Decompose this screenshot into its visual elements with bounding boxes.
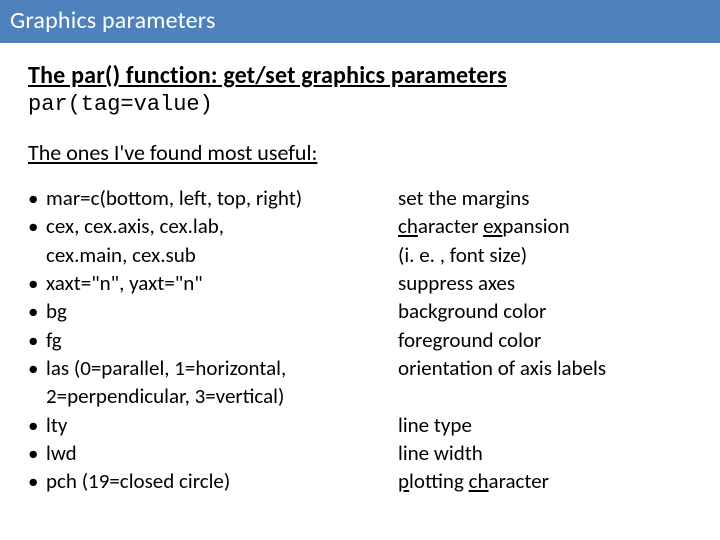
list-item: pch (19=closed circle) xyxy=(28,467,398,495)
list-item: xaxt="n", yaxt="n" xyxy=(28,269,398,297)
parameter-list: lty lwd pch (19=closed circle) xyxy=(28,411,398,496)
param-text: xaxt="n", yaxt="n" xyxy=(46,270,203,296)
param-text: mar=c(bottom, left, top, right) xyxy=(46,185,302,211)
param-text: lty xyxy=(46,412,67,438)
definition-text: suppress axes xyxy=(398,269,692,297)
right-column: set the margins character expansion (i. … xyxy=(398,184,692,496)
def-frag: aracter xyxy=(489,468,549,494)
underline-p: p xyxy=(398,468,409,494)
slide-title: Graphics parameters xyxy=(10,6,216,35)
definition-text: background color xyxy=(398,297,692,325)
list-item: cex, cex.axis, cex.lab, xyxy=(28,212,398,240)
spacer xyxy=(398,382,692,410)
list-continuation: 2=perpendicular, 3=vertical) xyxy=(28,382,398,410)
param-text: cex, cex.axis, cex.lab, xyxy=(46,213,224,239)
list-item: lty xyxy=(28,411,398,439)
def-frag: lotting xyxy=(409,468,469,494)
list-item: mar=c(bottom, left, top, right) xyxy=(28,184,398,212)
definition-text: (i. e. , font size) xyxy=(398,241,692,269)
list-item: las (0=parallel, 1=horizontal, xyxy=(28,354,398,382)
definition-text: orientation of axis labels xyxy=(398,354,692,382)
definition-text: line width xyxy=(398,439,692,467)
param-text: lwd xyxy=(46,440,77,466)
underline-ch: ch xyxy=(398,213,418,239)
left-column: mar=c(bottom, left, top, right) cex, cex… xyxy=(28,184,398,496)
list-item: lwd xyxy=(28,439,398,467)
def-frag: aracter xyxy=(418,213,483,239)
parameter-list: xaxt="n", yaxt="n" bg fg las (0=parallel… xyxy=(28,269,398,382)
two-column-layout: mar=c(bottom, left, top, right) cex, cex… xyxy=(28,184,692,496)
param-text: pch (19=closed circle) xyxy=(46,468,230,494)
param-text: fg xyxy=(46,327,62,353)
definition-text: plotting character xyxy=(398,467,692,495)
code-line: par(tag=value) xyxy=(28,92,692,117)
definition-text: character expansion xyxy=(398,212,692,240)
definition-text: foreground color xyxy=(398,326,692,354)
def-frag: pansion xyxy=(502,213,569,239)
param-text: las (0=parallel, 1=horizontal, xyxy=(46,355,286,381)
list-item: fg xyxy=(28,326,398,354)
parameter-list: mar=c(bottom, left, top, right) cex, cex… xyxy=(28,184,398,241)
definition-text: line type xyxy=(398,411,692,439)
section-heading: The par() function: get/set graphics par… xyxy=(28,61,692,90)
underline-ex: ex xyxy=(483,213,502,239)
list-continuation: cex.main, cex.sub xyxy=(28,241,398,269)
slide-title-bar: Graphics parameters xyxy=(0,0,720,43)
list-item: bg xyxy=(28,297,398,325)
param-text: bg xyxy=(46,298,67,324)
section-subheading: The ones I've found most useful: xyxy=(28,139,692,166)
slide-content: The par() function: get/set graphics par… xyxy=(0,43,720,496)
definition-text: set the margins xyxy=(398,184,692,212)
underline-ch: ch xyxy=(469,468,489,494)
